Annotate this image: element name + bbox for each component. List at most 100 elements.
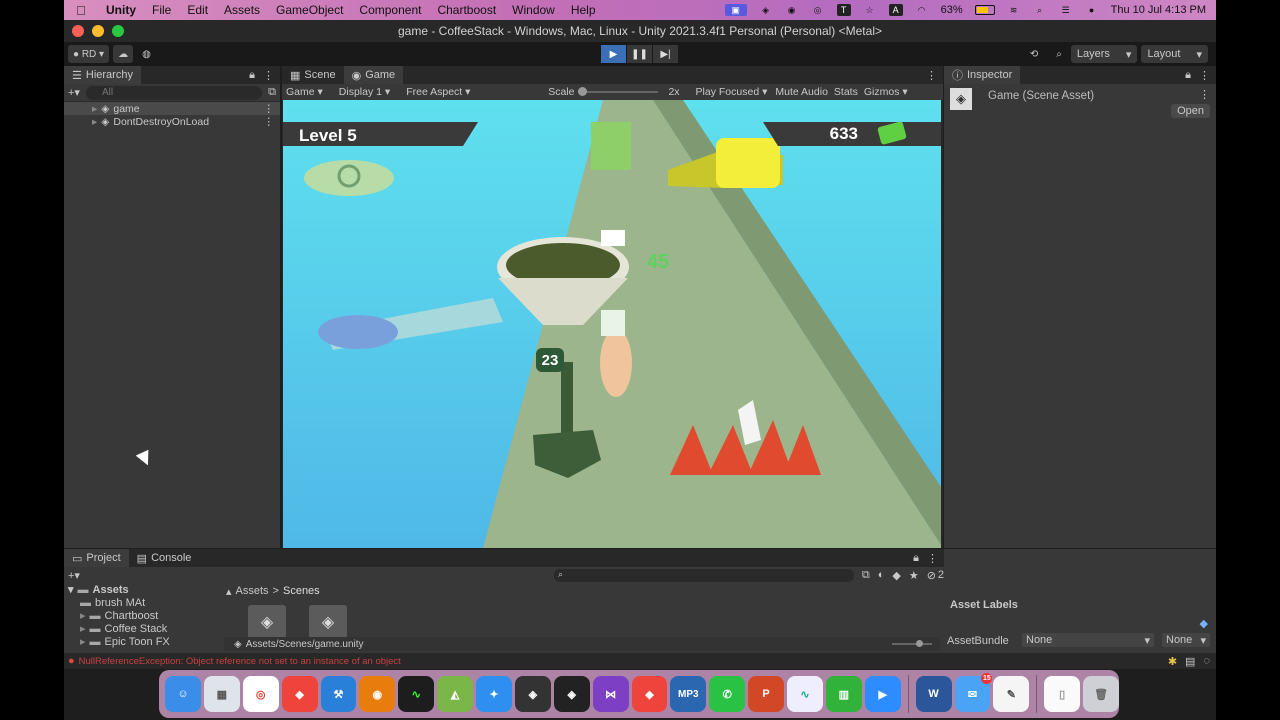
expand-arrow-icon[interactable]: ▾	[68, 583, 74, 596]
menu-component[interactable]: Component	[351, 3, 429, 17]
layout-dropdown[interactable]: Layout ▾	[1141, 45, 1208, 63]
scene-asset-thumbnail[interactable]: ◈	[309, 605, 347, 639]
kebab-menu-icon[interactable]: ⋮	[926, 69, 937, 82]
dock-unity-icon[interactable]: ◈	[553, 676, 590, 712]
dock-anydesk-2-icon[interactable]: ◆	[631, 676, 668, 712]
dock-activity-monitor-icon[interactable]: ∿	[398, 676, 435, 712]
filter-icon[interactable]: ⧉	[268, 86, 276, 99]
layers-dropdown[interactable]: Layers ▾	[1070, 45, 1138, 63]
tab-scene[interactable]: ▦ Scene	[282, 66, 344, 84]
dock-textedit-icon[interactable]: ✎	[993, 676, 1030, 712]
star-icon[interactable]: ☆	[863, 4, 877, 16]
dock-blender-icon[interactable]: ◉	[359, 676, 396, 712]
input-source-icon[interactable]: A	[888, 4, 903, 16]
breadcrumb-scenes[interactable]: Scenes	[283, 585, 320, 597]
menu-help[interactable]: Help	[563, 3, 604, 17]
creative-cloud-icon[interactable]: ◎	[811, 4, 825, 16]
menu-app-unity[interactable]: Unity	[98, 3, 144, 17]
control-center-icon[interactable]: ☰	[1059, 4, 1073, 16]
dock-zoom-icon[interactable]: ▶	[864, 676, 901, 712]
thumbnail-size-slider-handle[interactable]	[916, 640, 923, 647]
menu-chartboost[interactable]: Chartboost	[429, 3, 504, 17]
view-mode-dropdown[interactable]: Game ▾	[286, 86, 323, 98]
scale-slider-handle[interactable]	[578, 87, 588, 96]
label-filter-icon[interactable]: ◆	[892, 569, 900, 582]
status-error-message[interactable]: NullReferenceException: Object reference…	[75, 656, 401, 667]
dock-powerpoint-icon[interactable]: P	[748, 676, 784, 712]
kebab-menu-icon[interactable]: ⋮	[1199, 88, 1210, 101]
hierarchy-item-dontdestroy[interactable]: ▸ ◈ DontDestroyOnLoad ⋮	[64, 115, 280, 128]
menu-assets[interactable]: Assets	[216, 3, 268, 17]
dock-mail-icon[interactable]: ✉ 15	[954, 673, 993, 712]
tab-inspector[interactable]: ⓘ Inspector	[944, 66, 1021, 84]
search-button[interactable]: ⌕	[1051, 45, 1067, 63]
expand-arrow-icon[interactable]: ▸	[92, 103, 97, 115]
lock-icon[interactable]: 🔒︎	[1185, 69, 1191, 82]
siri-icon[interactable]: ●	[1085, 4, 1099, 16]
step-button[interactable]: ▶|	[653, 45, 678, 63]
tree-item-folder[interactable]: ▸ ▬ Epic Toon FX	[64, 635, 222, 649]
menu-gameobject[interactable]: GameObject	[268, 3, 351, 17]
account-dropdown[interactable]: ● RD ▾	[68, 45, 110, 63]
screen-record-icon[interactable]: ▣	[724, 4, 747, 16]
lock-icon[interactable]: 🔒︎	[913, 552, 919, 565]
dock-unity-hub-icon[interactable]: ◈	[514, 676, 551, 712]
display-dropdown[interactable]: Display 1 ▾	[339, 86, 390, 98]
spotlight-icon[interactable]: ⌕	[1033, 4, 1047, 16]
hierarchy-search-input[interactable]: All	[85, 85, 263, 100]
history-button[interactable]: ⟲	[1025, 45, 1043, 63]
lock-icon[interactable]: 🔒︎	[249, 69, 255, 82]
type-filter-icon[interactable]: ◐	[878, 569, 885, 581]
scene-filter-icon[interactable]: ⧉	[862, 569, 870, 582]
dock-numbers-icon[interactable]: ▥	[825, 676, 862, 712]
label-tag-icon[interactable]: ◆	[1200, 617, 1208, 630]
kebab-menu-icon[interactable]: ⋮	[264, 116, 281, 128]
tab-game[interactable]: ◉ Game	[343, 66, 404, 84]
bug-icon[interactable]: ✱	[1168, 655, 1185, 668]
tab-hierarchy[interactable]: ☰ Hierarchy	[64, 66, 141, 84]
menu-edit[interactable]: Edit	[179, 3, 216, 17]
dock-chrome-icon[interactable]: ◎	[242, 676, 279, 712]
tree-item-folder[interactable]: ▸ ▬ Chartboost	[64, 609, 222, 623]
breadcrumb-assets[interactable]: Assets	[236, 585, 269, 597]
dock-safari-icon[interactable]: ✦	[476, 676, 512, 712]
scale-slider[interactable]	[578, 87, 659, 96]
open-button[interactable]: Open	[1171, 104, 1210, 118]
dock-xcode-icon[interactable]: ⚒	[320, 676, 357, 712]
tab-console[interactable]: ▤ Console	[129, 549, 200, 567]
collab-button[interactable]: ◍	[137, 45, 156, 63]
menu-file[interactable]: File	[144, 3, 179, 17]
unity-status-icon[interactable]: ◈	[759, 4, 773, 16]
dock-visual-studio-icon[interactable]: ⋈	[592, 676, 629, 712]
expand-arrow-icon[interactable]: ▸	[80, 609, 86, 622]
messenger-icon[interactable]: ◉	[785, 4, 799, 16]
tree-item-folder[interactable]: ▸ ▬ Coffee Stack	[64, 622, 222, 636]
dock-document-icon[interactable]: ▯	[1044, 676, 1081, 712]
menu-window[interactable]: Window	[504, 3, 563, 17]
tree-item-assets[interactable]: ▾ ▬ Assets	[64, 583, 222, 597]
pause-button[interactable]: ❚❚	[627, 45, 652, 63]
project-search-input[interactable]: ⌕	[553, 568, 854, 582]
stats-toggle[interactable]: Stats	[834, 86, 858, 98]
play-focused-dropdown[interactable]: Play Focused ▾	[696, 86, 768, 98]
hidden-packages-icon[interactable]: ⊘	[927, 569, 936, 582]
game-viewport[interactable]: 23 45 Level 5 633	[283, 100, 941, 548]
aspect-dropdown[interactable]: Free Aspect ▾	[406, 86, 532, 98]
kebab-menu-icon[interactable]: ⋮	[264, 103, 281, 115]
expand-arrow-icon[interactable]: ▸	[92, 116, 97, 128]
dock-monitor-icon[interactable]: ∿	[787, 676, 823, 712]
tree-item-folder[interactable]: ▬ brush MAt	[64, 596, 222, 609]
progress-icon[interactable]: ◌	[1203, 655, 1216, 667]
text-tool-icon[interactable]: T	[836, 4, 851, 16]
assetbundle-dropdown[interactable]: None ▾	[1022, 633, 1154, 647]
variant-dropdown[interactable]: None ▾	[1162, 633, 1210, 647]
apple-icon[interactable]: 	[64, 3, 98, 18]
dock-android-studio-icon[interactable]: ◭	[437, 676, 473, 712]
play-button[interactable]: ▶	[601, 45, 626, 63]
dock-finder-icon[interactable]: ☺	[165, 676, 201, 712]
kebab-menu-icon[interactable]: ⋮	[263, 69, 274, 82]
favorite-icon[interactable]: ★	[909, 569, 919, 582]
dock-launchpad-icon[interactable]: ▦	[203, 676, 240, 712]
expand-arrow-icon[interactable]: ▸	[80, 635, 86, 648]
cloud-button[interactable]: ☁	[113, 45, 134, 63]
